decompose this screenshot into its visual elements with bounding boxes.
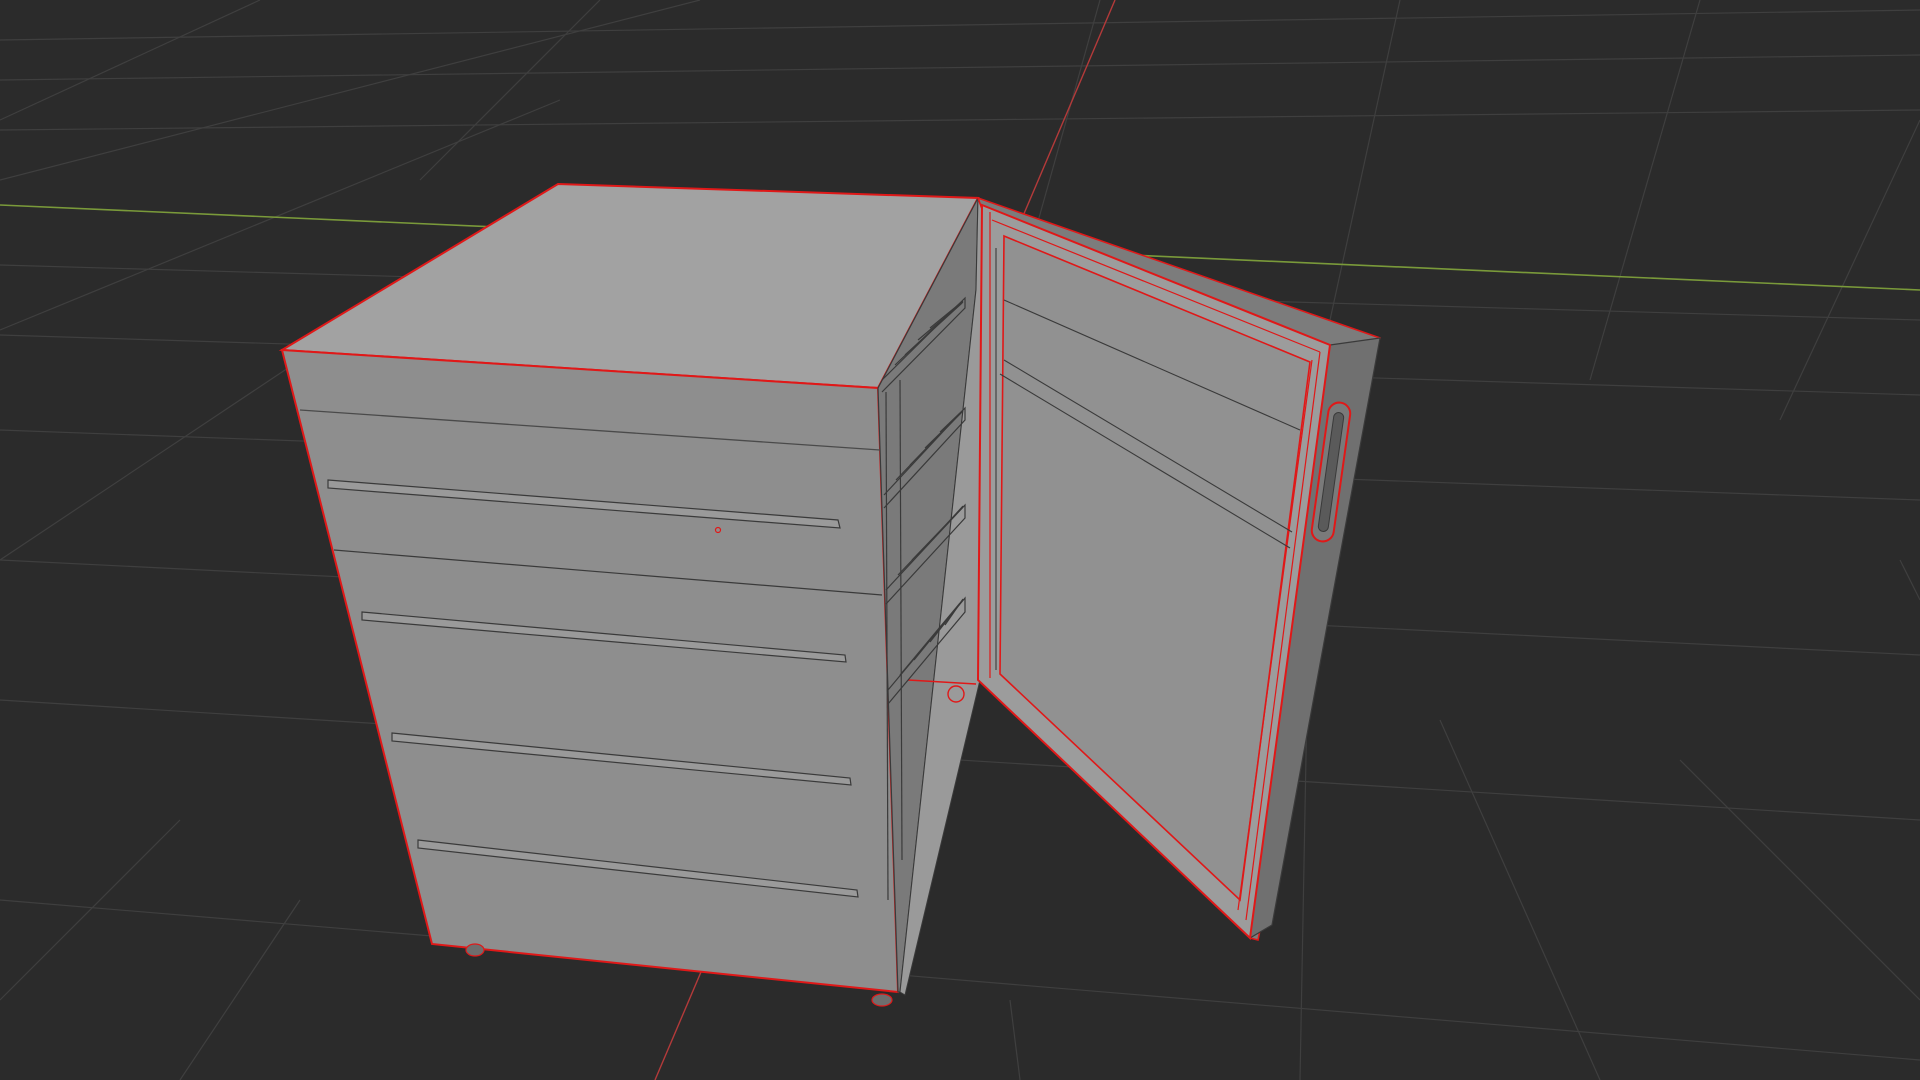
viewport-canvas[interactable] <box>0 0 1920 1080</box>
foot-left <box>465 943 485 957</box>
foot-right <box>871 993 893 1007</box>
fridge-door[interactable] <box>976 196 1382 941</box>
refrigerator-body[interactable] <box>278 182 991 1007</box>
3d-viewport[interactable] <box>0 0 1920 1080</box>
front-face[interactable] <box>280 348 900 994</box>
